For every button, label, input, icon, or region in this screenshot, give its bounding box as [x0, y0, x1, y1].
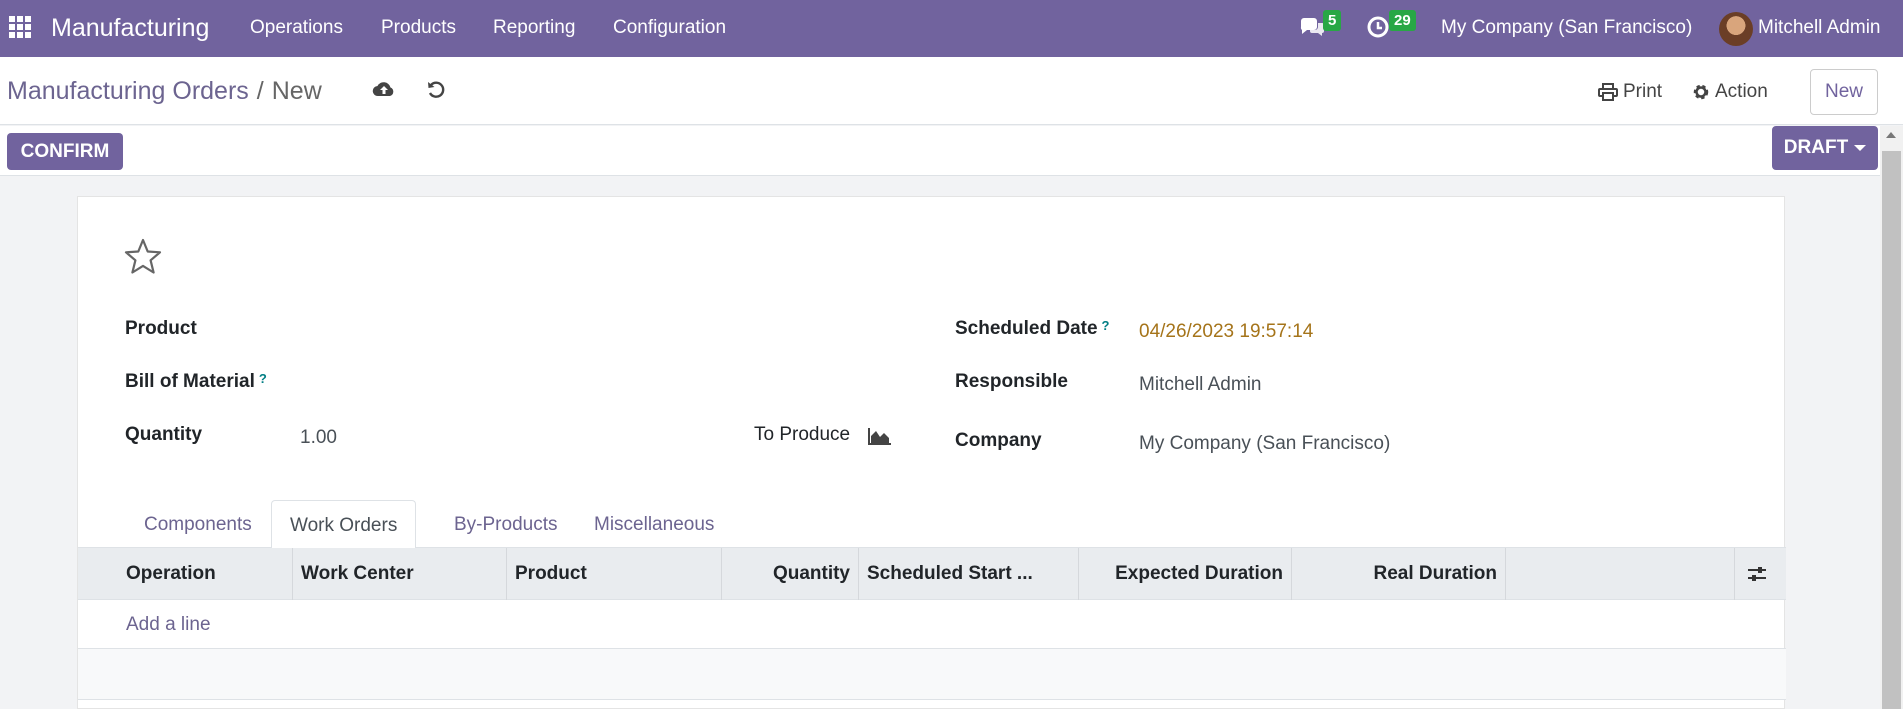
quantity-label: Quantity — [125, 424, 203, 445]
top-navbar: Manufacturing Operations Products Report… — [0, 0, 1903, 57]
form-sheet: Product Bill of Material? Quantity 1.00 … — [77, 196, 1786, 709]
vertical-scrollbar[interactable] — [1880, 126, 1903, 709]
print-icon — [1598, 83, 1618, 101]
work-orders-table-header: Operation Work Center Product Quantity S… — [78, 548, 1786, 600]
caret-down-icon — [1854, 145, 1867, 151]
user-avatar[interactable] — [1719, 12, 1753, 46]
action-button[interactable]: Action — [1692, 81, 1768, 103]
scheduled-date-field[interactable]: 04/26/2023 19:57:14 — [1139, 321, 1313, 343]
favorite-star-icon[interactable] — [123, 237, 163, 277]
cloud-upload-save-icon[interactable] — [372, 79, 398, 105]
add-a-line-link[interactable]: Add a line — [126, 614, 211, 636]
control-panel: Manufacturing Orders / New Print Action Ne… — [0, 57, 1903, 125]
user-menu[interactable]: Mitchell Admin — [1758, 17, 1881, 39]
confirm-button[interactable]: CONFIRM — [7, 133, 123, 170]
col-real-duration[interactable]: Real Duration — [1292, 548, 1506, 600]
product-label: Product — [125, 318, 197, 339]
status-bar: CONFIRM DRAFT — [0, 126, 1880, 176]
menu-products[interactable]: Products — [381, 17, 456, 39]
breadcrumb-parent[interactable]: Manufacturing Orders — [7, 77, 249, 105]
tab-by-products[interactable]: By-Products — [436, 500, 575, 548]
scroll-up-arrow-icon[interactable] — [1886, 132, 1896, 138]
notebook-tabs: Components Work Orders By-Products Misce… — [78, 500, 1786, 549]
tab-work-orders[interactable]: Work Orders — [271, 500, 417, 549]
discard-undo-icon[interactable] — [426, 79, 452, 105]
col-scheduled-start[interactable]: Scheduled Start ... — [859, 548, 1079, 600]
scheduled-date-help-icon[interactable]: ? — [1102, 318, 1110, 333]
responsible-label: Responsible — [955, 371, 1068, 392]
bom-help-icon[interactable]: ? — [259, 371, 267, 386]
to-produce-label: To Produce — [754, 424, 851, 445]
optional-columns-toggle-icon[interactable] — [1746, 564, 1768, 584]
tab-components[interactable]: Components — [126, 500, 270, 548]
company-label: Company — [955, 430, 1042, 451]
apps-menu-icon[interactable] — [9, 16, 31, 38]
print-label: Print — [1623, 81, 1663, 102]
responsible-field[interactable]: Mitchell Admin — [1139, 374, 1262, 396]
company-switcher[interactable]: My Company (San Francisco) — [1441, 17, 1692, 39]
breadcrumb-current: New — [271, 77, 322, 105]
activity-clock-icon[interactable] — [1366, 15, 1390, 39]
row-divider — [78, 699, 1786, 700]
empty-table-row — [78, 649, 1786, 699]
new-record-button[interactable]: New — [1810, 69, 1878, 115]
print-button[interactable]: Print — [1598, 81, 1662, 103]
forecast-area-chart-icon[interactable] — [868, 426, 892, 446]
col-work-center[interactable]: Work Center — [292, 548, 507, 600]
col-product[interactable]: Product — [507, 548, 722, 600]
breadcrumb: Manufacturing Orders / New — [7, 77, 322, 106]
app-brand[interactable]: Manufacturing — [51, 14, 209, 43]
menu-operations[interactable]: Operations — [250, 17, 343, 39]
status-draft-label: DRAFT — [1783, 137, 1849, 158]
gear-icon — [1693, 84, 1709, 100]
col-spacer — [1506, 548, 1735, 600]
tab-miscellaneous[interactable]: Miscellaneous — [576, 500, 732, 548]
menu-configuration[interactable]: Configuration — [613, 17, 726, 39]
bom-label: Bill of Material? — [125, 371, 267, 392]
breadcrumb-separator: / — [256, 77, 264, 105]
messages-count-badge: 5 — [1323, 10, 1342, 31]
messages-icon[interactable] — [1298, 14, 1326, 38]
col-expected-duration[interactable]: Expected Duration — [1079, 548, 1292, 600]
company-field[interactable]: My Company (San Francisco) — [1139, 433, 1390, 455]
status-draft-dropdown[interactable]: DRAFT — [1772, 126, 1878, 170]
activities-count-badge: 29 — [1389, 10, 1416, 31]
scrollbar-thumb[interactable] — [1882, 151, 1901, 709]
action-label: Action — [1715, 81, 1768, 102]
col-quantity[interactable]: Quantity — [722, 548, 859, 600]
scheduled-date-label: Scheduled Date? — [955, 318, 1110, 339]
col-operation[interactable]: Operation — [118, 548, 293, 600]
quantity-field[interactable]: 1.00 — [300, 427, 337, 449]
menu-reporting[interactable]: Reporting — [493, 17, 575, 39]
